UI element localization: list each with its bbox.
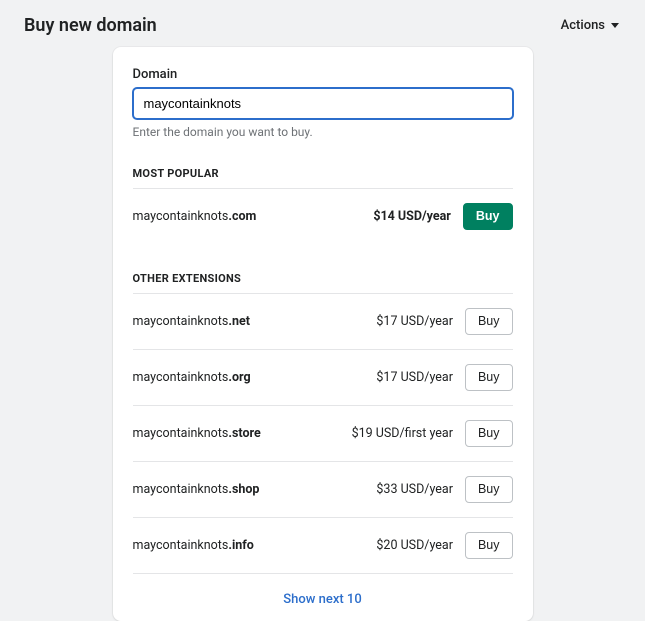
domain-price: $17 USD/year [376, 314, 453, 329]
domain-name: maycontainknots.shop [133, 482, 365, 497]
caret-down-icon [611, 23, 619, 28]
domain-price: $19 USD/first year [352, 426, 453, 441]
buy-button[interactable]: Buy [465, 532, 513, 559]
domain-price: $17 USD/year [376, 370, 453, 385]
domain-name: maycontainknots.info [133, 538, 365, 553]
domain-help-text: Enter the domain you want to buy. [133, 125, 513, 139]
domain-row: maycontainknots.store $19 USD/first year… [133, 405, 513, 461]
buy-button-featured[interactable]: Buy [463, 203, 513, 230]
domain-name: maycontainknots.net [133, 314, 365, 329]
domain-row: maycontainknots.org $17 USD/year Buy [133, 349, 513, 405]
domain-name: maycontainknots.store [133, 426, 340, 441]
domain-row-featured: maycontainknots.com $14 USD/year Buy [133, 188, 513, 244]
show-next-container: Show next 10 [133, 573, 513, 607]
page-title: Buy new domain [24, 15, 157, 36]
domain-price: $14 USD/year [373, 209, 451, 224]
domain-name: maycontainknots.org [133, 370, 365, 385]
domain-search-input[interactable] [133, 88, 513, 119]
buy-button[interactable]: Buy [465, 420, 513, 447]
buy-button[interactable]: Buy [465, 364, 513, 391]
domain-price: $33 USD/year [376, 482, 453, 497]
domain-price: $20 USD/year [376, 538, 453, 553]
buy-button[interactable]: Buy [465, 308, 513, 335]
domain-name: maycontainknots.com [133, 209, 362, 224]
buy-button[interactable]: Buy [465, 476, 513, 503]
show-next-link[interactable]: Show next 10 [283, 592, 361, 607]
domain-row: maycontainknots.shop $33 USD/year Buy [133, 461, 513, 517]
most-popular-heading: MOST POPULAR [133, 167, 513, 180]
actions-label: Actions [561, 18, 605, 33]
domain-search-card: Domain Enter the domain you want to buy.… [113, 47, 533, 621]
domain-row: maycontainknots.info $20 USD/year Buy [133, 517, 513, 573]
domain-row: maycontainknots.net $17 USD/year Buy [133, 293, 513, 349]
actions-button[interactable]: Actions [559, 14, 621, 37]
other-extensions-heading: OTHER EXTENSIONS [133, 272, 513, 285]
domain-field-label: Domain [133, 67, 513, 82]
